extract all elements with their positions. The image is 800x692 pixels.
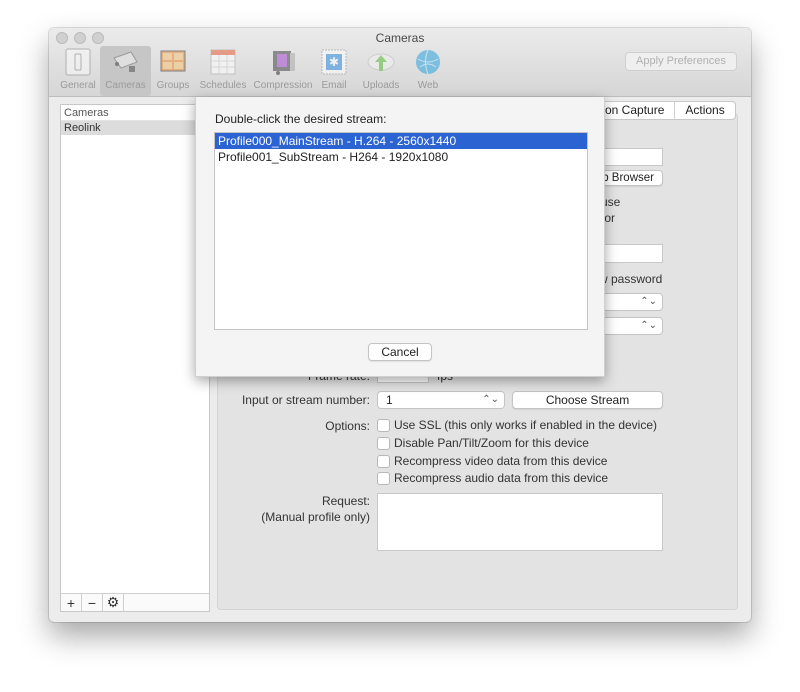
add-camera-button[interactable]: + — [61, 594, 82, 611]
stream-list-item[interactable]: Profile001_SubStream - H264 - 1920x1080 — [215, 149, 587, 165]
toolbar-item-compression[interactable]: Compression — [251, 46, 315, 96]
toolbar-item-email[interactable]: ✱ Email — [315, 46, 353, 96]
toolbar-label: Compression — [253, 80, 313, 91]
window-title: Cameras — [375, 31, 425, 45]
checkbox-label: Recompress audio data from this device — [394, 471, 609, 485]
preferences-window: Cameras General Cameras Groups Schedules… — [49, 28, 751, 622]
recompress-audio-checkbox[interactable]: Recompress audio data from this device — [377, 471, 608, 485]
camera-list-item[interactable]: Reolink — [61, 121, 209, 135]
choose-stream-button[interactable]: Choose Stream — [512, 391, 663, 409]
request-sublabel: (Manual profile only) — [261, 510, 370, 524]
camera-icon — [111, 48, 141, 76]
toolbar-label: Web — [417, 80, 439, 91]
checkbox-box — [377, 436, 390, 450]
toolbar-label: Schedules — [199, 80, 247, 91]
camera-list: Cameras Reolink + − ⚙ — [60, 104, 210, 612]
options-label: Options: — [325, 419, 370, 433]
stream-list-item[interactable]: Profile000_MainStream - H.264 - 2560x144… — [215, 133, 587, 149]
title-bar: Cameras General Cameras Groups Schedules… — [49, 28, 751, 97]
checkbox-label: Recompress video data from this device — [394, 454, 608, 468]
toolbar-item-general[interactable]: General — [56, 46, 100, 96]
checkbox-box — [377, 418, 390, 432]
checkbox-label: Disable Pan/Tilt/Zoom for this device — [394, 436, 589, 450]
request-label: Request: — [321, 494, 370, 508]
toolbar-item-uploads[interactable]: Uploads — [353, 46, 409, 96]
toolbar-item-groups[interactable]: Groups — [151, 46, 195, 96]
checkbox-label: Use SSL (this only works if enabled in t… — [394, 418, 658, 432]
plus-icon: + — [66, 594, 76, 611]
disable-ptz-checkbox[interactable]: Disable Pan/Tilt/Zoom for this device — [377, 436, 589, 450]
stream-list: Profile000_MainStream - H.264 - 2560x144… — [214, 132, 588, 330]
stream-number-label: Input or stream number: — [241, 393, 370, 407]
checkbox-box — [377, 454, 390, 468]
stream-number-value: 1 — [386, 393, 393, 407]
globe-icon — [413, 48, 443, 76]
svg-text:✱: ✱ — [329, 55, 339, 69]
tab-actions[interactable]: Actions — [675, 102, 734, 119]
grid-icon — [158, 48, 188, 76]
tab-motion-capture[interactable]: on Capture — [595, 102, 676, 119]
stamp-icon: ✱ — [319, 48, 349, 76]
cloud-upload-icon — [366, 48, 396, 76]
toolbar-item-cameras[interactable]: Cameras — [100, 46, 151, 96]
sheet-prompt: Double-click the desired stream: — [215, 112, 387, 126]
toolbar-item-schedules[interactable]: Schedules — [195, 46, 251, 96]
show-password-label: w password — [599, 272, 663, 286]
minus-icon: − — [87, 594, 97, 611]
chevron-updown-icon: ⌃⌄ — [640, 296, 657, 307]
toolbar-label: Cameras — [105, 80, 146, 91]
checkbox-box — [377, 471, 390, 485]
choose-stream-sheet: Double-click the desired stream: Profile… — [195, 97, 605, 377]
toolbar-label: Email — [321, 80, 347, 91]
toolbar-label: Uploads — [362, 80, 400, 91]
film-icon — [268, 48, 298, 76]
chevron-updown-icon: ⌃⌄ — [640, 320, 657, 331]
camera-settings-button[interactable]: ⚙ — [103, 594, 124, 611]
remove-camera-button[interactable]: − — [82, 594, 103, 611]
chevron-updown-icon: ⌃⌄ — [482, 394, 499, 405]
toolbar-label: Groups — [156, 80, 190, 91]
toolbar-label: General — [60, 80, 96, 91]
apply-preferences-button[interactable]: Apply Preferences — [625, 52, 737, 71]
camera-list-footer: + − ⚙ — [61, 593, 209, 611]
calendar-icon — [208, 48, 238, 76]
settings-tabs: on Capture Actions — [594, 101, 736, 120]
camera-list-header: Cameras — [61, 105, 209, 121]
toolbar-item-web[interactable]: Web — [409, 46, 447, 96]
use-ssl-checkbox[interactable]: Use SSL (this only works if enabled in t… — [377, 418, 657, 432]
preferences-toolbar: General Cameras Groups Schedules Compres… — [56, 46, 447, 96]
cancel-button[interactable]: Cancel — [368, 343, 432, 361]
stream-number-select[interactable]: 1 ⌃⌄ — [377, 391, 505, 409]
switch-icon — [63, 48, 93, 76]
recompress-video-checkbox[interactable]: Recompress video data from this device — [377, 454, 607, 468]
request-textarea[interactable] — [377, 493, 663, 551]
gear-icon: ⚙ — [106, 594, 120, 610]
